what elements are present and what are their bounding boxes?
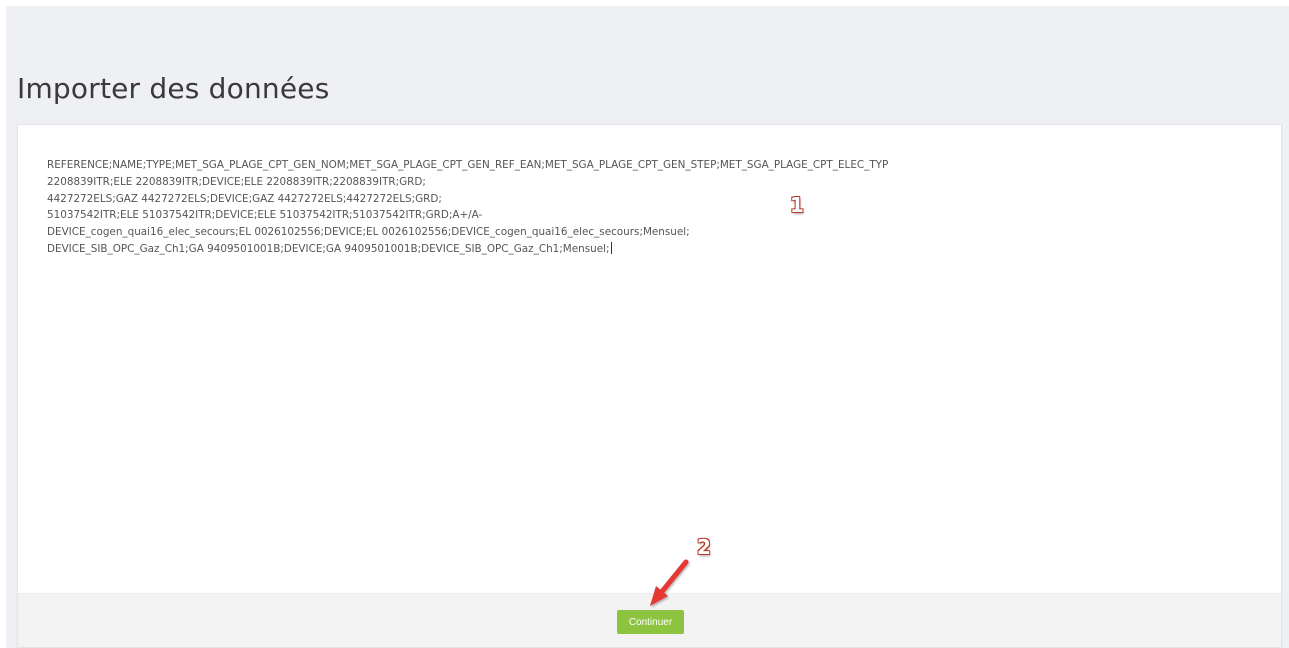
data-line: DEVICE_cogen_quai16_elec_secours;EL 0026… bbox=[47, 226, 690, 239]
data-line-last: DEVICE_SIB_OPC_Gaz_Ch1;GA 9409501001B;DE… bbox=[47, 241, 1251, 258]
data-line: 4427272ELS;GAZ 4427272ELS;DEVICE;GAZ 442… bbox=[47, 192, 442, 205]
page-title: Importer des données bbox=[17, 72, 330, 105]
page-background: Importer des données REFERENCE;NAME;TYPE… bbox=[6, 6, 1289, 648]
data-line: 2208839ITR;ELE 2208839ITR;DEVICE;ELE 220… bbox=[47, 175, 426, 188]
data-line: 51037542ITR;ELE 51037542ITR;DEVICE;ELE 5… bbox=[47, 209, 483, 222]
continue-button[interactable]: Continuer bbox=[617, 610, 684, 634]
annotation-marker-2: 2 bbox=[697, 535, 711, 559]
data-line-text: DEVICE_SIB_OPC_Gaz_Ch1;GA 9409501001B;DE… bbox=[47, 242, 610, 255]
import-data-textarea[interactable]: REFERENCE;NAME;TYPE;MET_SGA_PLAGE_CPT_GE… bbox=[18, 125, 1281, 593]
annotation-marker-1: 1 bbox=[790, 193, 804, 217]
annotation-arrow-icon bbox=[650, 559, 689, 606]
text-caret bbox=[610, 241, 612, 254]
data-line: REFERENCE;NAME;TYPE;MET_SGA_PLAGE_CPT_GE… bbox=[47, 159, 889, 171]
